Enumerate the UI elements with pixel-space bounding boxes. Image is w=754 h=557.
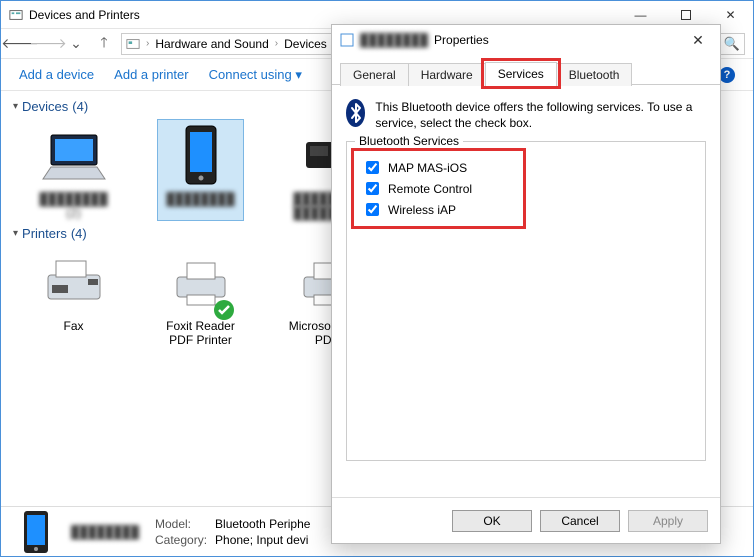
- breadcrumb[interactable]: Hardware and Sound: [155, 37, 268, 51]
- window-icon: [9, 8, 23, 22]
- service-checkbox[interactable]: [366, 161, 379, 174]
- service-label: Remote Control: [388, 182, 472, 196]
- properties-dialog: ████████ Properties ✕ General Hardware S…: [331, 24, 721, 544]
- printer-label: Foxit Reader PDF Printer: [158, 319, 243, 347]
- search-icon: 🔍: [724, 36, 740, 52]
- ok-button[interactable]: OK: [452, 510, 532, 532]
- group-title: Bluetooth Services: [355, 134, 463, 148]
- help-icon[interactable]: ?: [719, 67, 735, 83]
- phone-icon: [165, 120, 237, 192]
- service-item[interactable]: Remote Control: [362, 178, 515, 199]
- dialog-close-button[interactable]: ✕: [684, 26, 712, 54]
- chevron-right-icon: ›: [144, 38, 151, 49]
- connect-using-link[interactable]: Connect using ▾: [209, 67, 302, 83]
- details-name: ████████: [71, 525, 141, 539]
- dialog-title-suffix: Properties: [434, 33, 489, 47]
- printer-item[interactable]: Foxit Reader PDF Printer: [158, 247, 243, 347]
- chevron-down-icon: ▾: [13, 101, 18, 112]
- dialog-body: This Bluetooth device offers the followi…: [332, 85, 720, 497]
- cancel-button[interactable]: Cancel: [540, 510, 620, 532]
- forward-button[interactable]: 🡒: [37, 33, 59, 55]
- tab-services[interactable]: Services: [485, 62, 557, 85]
- services-list: MAP MAS-iOS Remote Control Wireless iAP: [351, 148, 526, 229]
- back-button[interactable]: 🡐: [9, 33, 31, 55]
- laptop-icon: [38, 120, 110, 192]
- up-button[interactable]: 🡑: [93, 33, 115, 55]
- phone-icon: [15, 511, 57, 553]
- printer-default-icon: [165, 247, 237, 319]
- tab-strip: General Hardware Services Bluetooth: [332, 55, 720, 85]
- fax-icon: [38, 247, 110, 319]
- dialog-icon: [340, 33, 354, 47]
- device-item[interactable]: ████████ (2): [31, 120, 116, 220]
- dialog-button-row: OK Cancel Apply: [332, 497, 720, 543]
- device-label: ████████ (2): [31, 192, 116, 220]
- bluetooth-services-group: Bluetooth Services MAP MAS-iOS Remote Co…: [346, 141, 706, 461]
- service-checkbox[interactable]: [366, 182, 379, 195]
- printer-label: Fax: [63, 319, 83, 333]
- dialog-intro-text: This Bluetooth device offers the followi…: [375, 99, 706, 131]
- window-title: Devices and Printers: [29, 8, 140, 22]
- details-model-val: Bluetooth Periphe: [215, 517, 310, 531]
- history-dropdown[interactable]: ⌄: [65, 33, 87, 55]
- add-printer-link[interactable]: Add a printer: [114, 67, 188, 82]
- tab-general[interactable]: General: [340, 63, 409, 86]
- service-item[interactable]: MAP MAS-iOS: [362, 157, 515, 178]
- breadcrumb[interactable]: Devices: [284, 37, 327, 51]
- device-item[interactable]: ████████: [158, 120, 243, 220]
- chevron-down-icon: ▾: [13, 228, 18, 239]
- devices-printers-icon: [126, 37, 140, 51]
- details-model-key: Model:: [155, 517, 207, 531]
- service-label: MAP MAS-iOS: [388, 161, 467, 175]
- add-device-link[interactable]: Add a device: [19, 67, 94, 82]
- service-label: Wireless iAP: [388, 203, 456, 217]
- chevron-right-icon: ›: [273, 38, 280, 49]
- details-category-val: Phone; Input devi: [215, 533, 310, 547]
- tab-bluetooth[interactable]: Bluetooth: [556, 63, 633, 86]
- dialog-titlebar: ████████ Properties ✕: [332, 25, 720, 55]
- device-label: ████████: [166, 192, 234, 206]
- service-checkbox[interactable]: [366, 203, 379, 216]
- details-category-key: Category:: [155, 533, 207, 547]
- bluetooth-icon: [346, 99, 365, 127]
- tab-hardware[interactable]: Hardware: [408, 63, 486, 86]
- apply-button[interactable]: Apply: [628, 510, 708, 532]
- service-item[interactable]: Wireless iAP: [362, 199, 515, 220]
- dialog-title-device: ████████: [360, 33, 428, 47]
- printer-item[interactable]: Fax: [31, 247, 116, 347]
